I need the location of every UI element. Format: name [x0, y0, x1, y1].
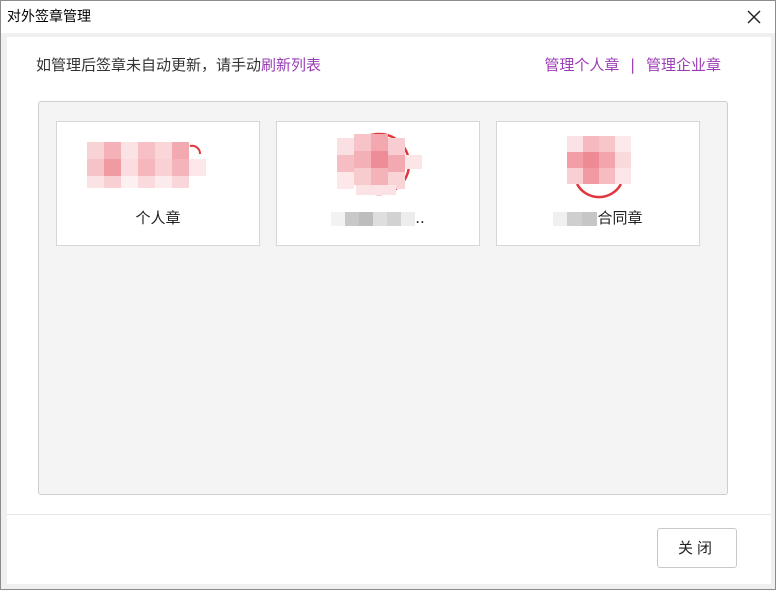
seal-image	[57, 132, 259, 204]
redacted-name-icon	[331, 211, 416, 226]
seal-label: ..	[415, 209, 425, 227]
seal-card[interactable]: ..	[276, 121, 480, 246]
seal-label-row: ..	[277, 208, 479, 229]
manage-personal-seal-link[interactable]: 管理个人章	[544, 56, 619, 74]
seal-label-row: 合同章	[497, 208, 699, 229]
footer-divider	[7, 514, 771, 515]
dialog-window: 对外签章管理 如管理后签章未自动更新，请手动刷新列表 管理个人章 | 管理企业章	[0, 0, 776, 590]
seal-list-panel: 个人章 .. 合同章	[38, 101, 728, 495]
close-icon[interactable]	[743, 6, 765, 28]
notice-prefix: 如管理后签章未自动更新，请手动	[36, 56, 262, 74]
seal-image	[277, 132, 479, 204]
dialog-body: 如管理后签章未自动更新，请手动刷新列表 管理个人章 | 管理企业章 个人章 ..…	[7, 37, 771, 584]
window-title: 对外签章管理	[7, 9, 91, 25]
seal-image	[497, 132, 699, 204]
notice-text: 如管理后签章未自动更新，请手动刷新列表	[36, 55, 321, 75]
seal-label: 个人章	[135, 209, 181, 227]
manage-enterprise-seal-link[interactable]: 管理企业章	[646, 56, 721, 74]
redacted-name-icon	[553, 211, 598, 226]
close-button[interactable]: 关闭	[657, 528, 737, 568]
link-separator: |	[630, 56, 636, 74]
seal-card[interactable]: 个人章	[56, 121, 260, 246]
title-bar[interactable]: 对外签章管理	[1, 1, 775, 33]
refresh-list-link[interactable]: 刷新列表	[261, 56, 321, 74]
seal-label: 合同章	[597, 209, 643, 227]
seal-card[interactable]: 合同章	[496, 121, 700, 246]
manage-links: 管理个人章 | 管理企业章	[544, 55, 721, 75]
